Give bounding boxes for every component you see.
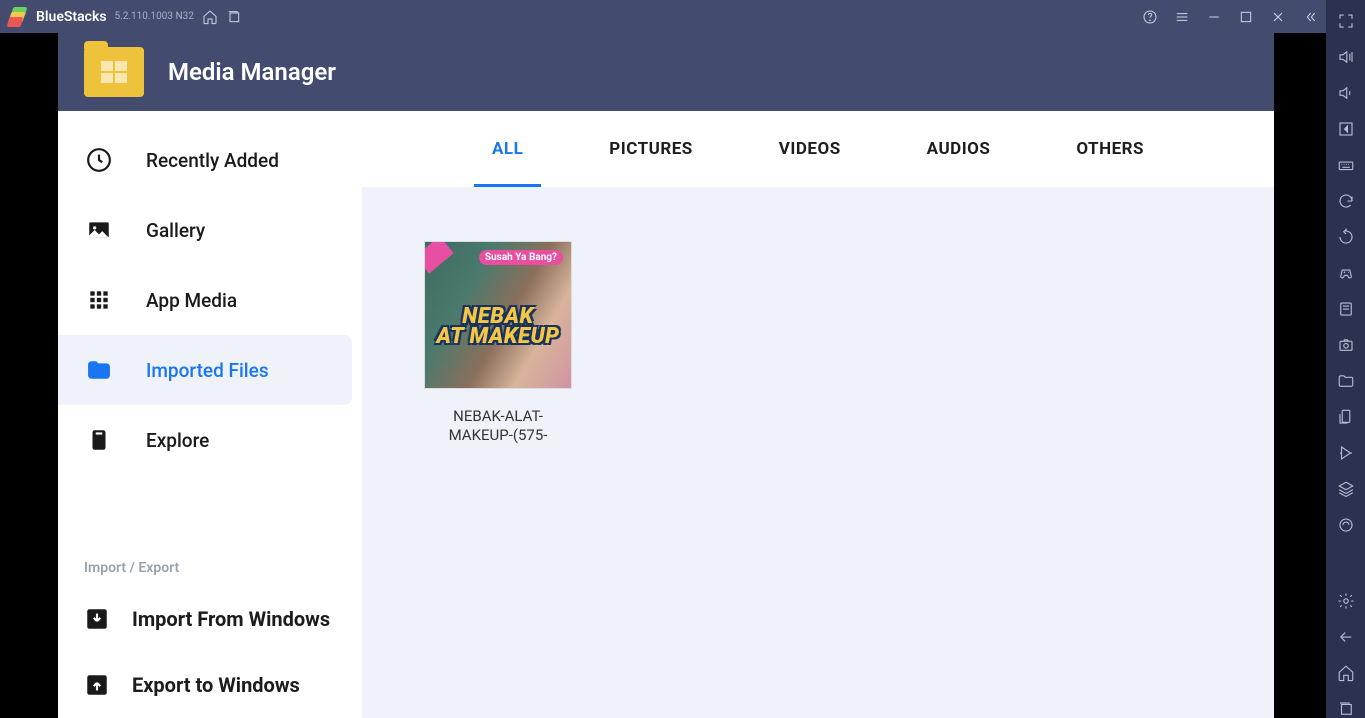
file-name: NEBAK-ALAT-MAKEUP-(575-: [424, 407, 572, 445]
bluestacks-logo-icon: [8, 7, 28, 27]
game-controls-icon[interactable]: [1337, 264, 1355, 282]
thumbnail-overlay-text: NEBAKAT MAKEUP: [436, 307, 559, 347]
sidebar-section-label: Import / Export: [58, 550, 362, 586]
tab-others[interactable]: OTHERS: [1058, 129, 1162, 169]
export-to-windows-button[interactable]: Export to Windows: [58, 652, 362, 718]
sidebar-item-app-media[interactable]: App Media: [58, 265, 352, 335]
app-body: Recently Added Gallery App Media Importe…: [58, 111, 1274, 718]
filter-tabs: ALL PICTURES VIDEOS AUDIOS OTHERS: [362, 111, 1274, 187]
file-item[interactable]: Susah Ya Bang? NEBAKAT MAKEUP NEBAK-ALAT…: [424, 241, 572, 445]
keyboard-icon[interactable]: [1337, 156, 1355, 174]
sidebar: Recently Added Gallery App Media Importe…: [58, 111, 362, 718]
memory-icon[interactable]: [1337, 516, 1355, 534]
page-title: Media Manager: [168, 58, 336, 86]
multi-instance-icon[interactable]: [1337, 408, 1355, 426]
help-icon[interactable]: [1142, 9, 1158, 25]
media-manager-app: Media Manager Recently Added Gallery App…: [58, 33, 1274, 718]
sidebar-item-label: Imported Files: [146, 359, 269, 382]
macro-icon[interactable]: [1337, 444, 1355, 462]
sidebar-item-explore[interactable]: Explore: [58, 405, 352, 475]
rotate-icon[interactable]: [1337, 228, 1355, 246]
screenshot-icon[interactable]: [1337, 336, 1355, 354]
sync-icon[interactable]: [1337, 192, 1355, 210]
titlebar-right: [1142, 9, 1318, 25]
main-panel: ALL PICTURES VIDEOS AUDIOS OTHERS Susah …: [362, 111, 1274, 718]
tab-all[interactable]: ALL: [474, 129, 541, 169]
sidebar-item-label: App Media: [146, 289, 237, 312]
side-action-label: Export to Windows: [132, 673, 300, 697]
minimize-icon[interactable]: [1206, 9, 1222, 25]
sidebar-item-label: Recently Added: [146, 149, 279, 172]
collapse-icon[interactable]: [1302, 9, 1318, 25]
fullscreen-icon[interactable]: [1337, 12, 1355, 30]
recents-nav-icon[interactable]: [1337, 700, 1355, 718]
titlebar-left: BlueStacks 5.2.110.1003 N32: [8, 7, 242, 27]
layers-icon[interactable]: [1337, 480, 1355, 498]
tab-pictures[interactable]: PICTURES: [591, 129, 710, 169]
titlebar: BlueStacks 5.2.110.1003 N32: [0, 0, 1326, 33]
file-grid: Susah Ya Bang? NEBAKAT MAKEUP NEBAK-ALAT…: [362, 187, 1274, 718]
install-apk-icon[interactable]: [1337, 300, 1355, 318]
back-icon[interactable]: [1337, 628, 1355, 646]
right-toolbar: [1326, 0, 1365, 718]
tab-videos[interactable]: VIDEOS: [761, 129, 859, 169]
volume-down-icon[interactable]: [1337, 84, 1355, 102]
content: Media Manager Recently Added Gallery App…: [0, 33, 1326, 718]
menu-icon[interactable]: [1174, 9, 1190, 25]
padding-right: [1274, 33, 1326, 718]
maximize-icon[interactable]: [1238, 9, 1254, 25]
padding-left: [0, 33, 58, 718]
thumbnail-badge: Susah Ya Bang?: [479, 250, 563, 265]
recent-apps-icon[interactable]: [226, 9, 242, 25]
app-name: BlueStacks: [36, 9, 107, 25]
app-header: Media Manager: [58, 33, 1274, 111]
home-icon[interactable]: [202, 9, 218, 25]
main-window: BlueStacks 5.2.110.1003 N32: [0, 0, 1326, 718]
sidebar-item-gallery[interactable]: Gallery: [58, 195, 352, 265]
side-action-label: Import From Windows: [132, 607, 330, 631]
lock-cursor-icon[interactable]: [1337, 120, 1355, 138]
sidebar-item-label: Explore: [146, 429, 209, 452]
app-version: 5.2.110.1003 N32: [115, 11, 194, 22]
file-thumbnail: Susah Ya Bang? NEBAKAT MAKEUP: [424, 241, 572, 389]
folder-icon: [84, 47, 144, 97]
sidebar-item-recently-added[interactable]: Recently Added: [58, 125, 352, 195]
home-nav-icon[interactable]: [1337, 664, 1355, 682]
volume-up-icon[interactable]: [1337, 48, 1355, 66]
settings-icon[interactable]: [1337, 592, 1355, 610]
sidebar-item-imported-files[interactable]: Imported Files: [58, 335, 352, 405]
media-folder-icon[interactable]: [1337, 372, 1355, 390]
tab-audios[interactable]: AUDIOS: [909, 129, 1009, 169]
sidebar-item-label: Gallery: [146, 219, 205, 242]
close-icon[interactable]: [1270, 9, 1286, 25]
import-from-windows-button[interactable]: Import From Windows: [58, 586, 362, 652]
